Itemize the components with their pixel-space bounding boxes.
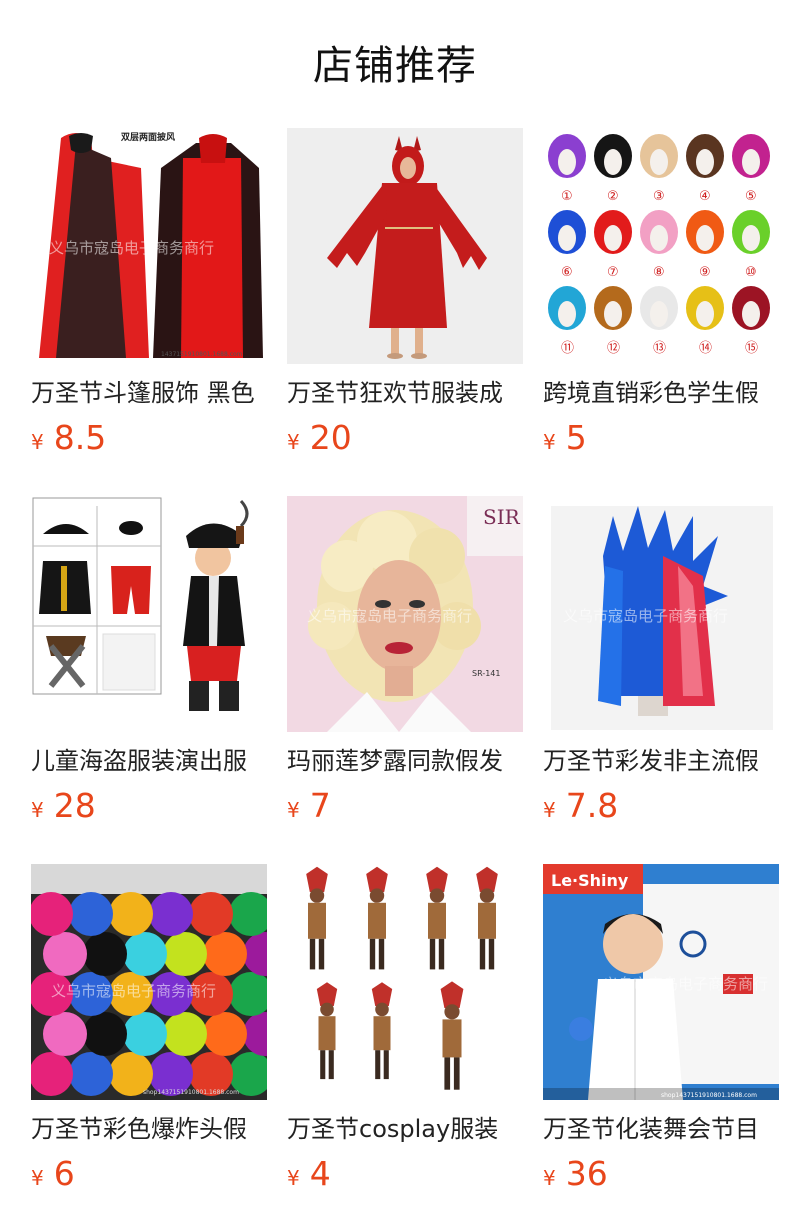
- product-card[interactable]: SIR SR-141 义乌市寇岛电子商务商行 玛丽莲梦露同款假发 ¥ 7: [287, 496, 523, 864]
- wig-number-label: ⑥: [561, 265, 573, 280]
- product-price: ¥ 4: [287, 1154, 331, 1194]
- product-image-punk-wig[interactable]: 义乌市寇岛电子商务商行: [543, 496, 779, 732]
- wig-number-label: ⑧: [653, 265, 665, 280]
- product-card[interactable]: 万圣节cosplay服装 ¥ 4: [287, 864, 523, 1232]
- price-amount: 4: [309, 1154, 331, 1193]
- price-amount: 20: [309, 418, 352, 457]
- wig-number-label: ⑤: [745, 189, 757, 204]
- product-image-wig-colors[interactable]: ① ② ③ ④ ⑤ ⑥ ⑦ ⑧ ⑨ ⑩ ⑪ ⑫ ⑬ ⑭ ⑮: [543, 128, 779, 364]
- product-image-afro-wigs[interactable]: 义乌市寇岛电子商务商行 shop1437151910801.1688.com: [31, 864, 267, 1100]
- price-amount: 36: [565, 1154, 608, 1193]
- product-name[interactable]: 万圣节狂欢节服装成: [287, 378, 523, 412]
- currency-symbol: ¥: [287, 798, 300, 822]
- product-image-blonde-wig[interactable]: SIR SR-141 义乌市寇岛电子商务商行: [287, 496, 523, 732]
- product-image-pirate-costume[interactable]: [31, 496, 267, 732]
- currency-symbol: ¥: [287, 1166, 300, 1190]
- product-image-cape[interactable]: 双层两面披风 义乌市寇岛电子商务商行 1437151910801.1688.co…: [31, 128, 267, 364]
- image-watermark: 义乌市寇岛电子商务商行: [49, 239, 214, 257]
- store-recommendations-page: 店铺推荐 双层两面披风 义乌市寇岛电子商务商行 1437151910801.16: [0, 0, 790, 1232]
- wig-number-label: ⑨: [699, 265, 711, 280]
- wig-number-label: ④: [699, 189, 711, 204]
- product-price: ¥ 6: [31, 1154, 75, 1194]
- svg-text:SIR: SIR: [483, 505, 521, 529]
- product-image-doctor-costume[interactable]: Le·Shiny 义乌市寇岛电子商务商行 shop1437151910801.1…: [543, 864, 779, 1100]
- image-watermark: 义乌市寇岛电子商务商行: [603, 975, 768, 993]
- product-name[interactable]: 万圣节化装舞会节目: [543, 1114, 779, 1148]
- product-card[interactable]: 儿童海盗服装演出服 ¥ 28: [31, 496, 267, 864]
- product-price: ¥ 7: [287, 786, 331, 826]
- wig-number-label: ②: [607, 189, 619, 204]
- product-price: ¥ 7.8: [543, 786, 618, 826]
- image-watermark: 义乌市寇岛电子商务商行: [563, 607, 728, 625]
- product-price: ¥ 5: [543, 418, 587, 458]
- product-price: ¥ 36: [543, 1154, 608, 1194]
- price-amount: 5: [565, 418, 587, 457]
- wig-number-label: ⑬: [653, 341, 666, 356]
- wig-number-label: ③: [653, 189, 665, 204]
- wig-number-label: ⑭: [699, 341, 712, 356]
- price-amount: 8.5: [53, 418, 107, 457]
- wig-number-label: ⑩: [745, 265, 757, 280]
- wig-number-label: ⑦: [607, 265, 619, 280]
- product-grid: 双层两面披风 义乌市寇岛电子商务商行 1437151910801.1688.co…: [31, 128, 779, 1232]
- product-card[interactable]: 万圣节狂欢节服装成 ¥ 20: [287, 128, 523, 496]
- product-card[interactable]: Le·Shiny 义乌市寇岛电子商务商行 shop1437151910801.1…: [543, 864, 779, 1232]
- wig-number-label: ⑮: [745, 341, 758, 356]
- image-watermark: 义乌市寇岛电子商务商行: [307, 607, 472, 625]
- price-amount: 7.8: [565, 786, 619, 825]
- product-image-tribal-costumes[interactable]: [287, 864, 523, 1100]
- page-title: 店铺推荐: [313, 43, 477, 89]
- currency-symbol: ¥: [543, 430, 556, 454]
- product-price: ¥ 20: [287, 418, 352, 458]
- product-name[interactable]: 万圣节彩色爆炸头假: [31, 1114, 267, 1148]
- price-amount: 6: [53, 1154, 75, 1193]
- currency-symbol: ¥: [287, 430, 300, 454]
- product-card[interactable]: ① ② ③ ④ ⑤ ⑥ ⑦ ⑧ ⑨ ⑩ ⑪ ⑫ ⑬ ⑭ ⑮ 跨境直销彩色学生假 ¥ 5: [543, 128, 779, 496]
- image-watermark: 义乌市寇岛电子商务商行: [51, 982, 216, 1000]
- wig-number-label: ⑫: [607, 341, 620, 356]
- product-image-devil-costume[interactable]: [287, 128, 523, 364]
- currency-symbol: ¥: [31, 430, 44, 454]
- product-image-caption: 双层两面披风: [121, 131, 175, 143]
- wig-number-label: ①: [561, 189, 573, 204]
- price-amount: 7: [309, 786, 331, 825]
- currency-symbol: ¥: [543, 798, 556, 822]
- product-image-caption: SR-141: [472, 669, 500, 678]
- price-amount: 28: [53, 786, 96, 825]
- product-name[interactable]: 万圣节斗篷服饰 黑色: [31, 378, 267, 412]
- product-card[interactable]: 义乌市寇岛电子商务商行 shop1437151910801.1688.com 万…: [31, 864, 267, 1232]
- product-card[interactable]: 双层两面披风 义乌市寇岛电子商务商行 1437151910801.1688.co…: [31, 128, 267, 496]
- image-store-id: shop1437151910801.1688.com: [143, 1089, 239, 1096]
- product-card[interactable]: 义乌市寇岛电子商务商行 万圣节彩发非主流假 ¥ 7.8: [543, 496, 779, 864]
- image-store-id: 1437151910801.1688.com: [161, 351, 243, 358]
- product-name[interactable]: 玛丽莲梦露同款假发: [287, 746, 523, 780]
- wig-number-label: ⑪: [561, 341, 574, 356]
- currency-symbol: ¥: [31, 798, 44, 822]
- product-name[interactable]: 跨境直销彩色学生假: [543, 378, 779, 412]
- product-name[interactable]: 儿童海盗服装演出服: [31, 746, 267, 780]
- svg-text:Le·Shiny: Le·Shiny: [551, 871, 629, 890]
- product-name[interactable]: 万圣节cosplay服装: [287, 1114, 523, 1148]
- currency-symbol: ¥: [543, 1166, 556, 1190]
- product-price: ¥ 8.5: [31, 418, 106, 458]
- product-name[interactable]: 万圣节彩发非主流假: [543, 746, 779, 780]
- currency-symbol: ¥: [31, 1166, 44, 1190]
- image-store-id: shop1437151910801.1688.com: [661, 1092, 757, 1099]
- product-price: ¥ 28: [31, 786, 96, 826]
